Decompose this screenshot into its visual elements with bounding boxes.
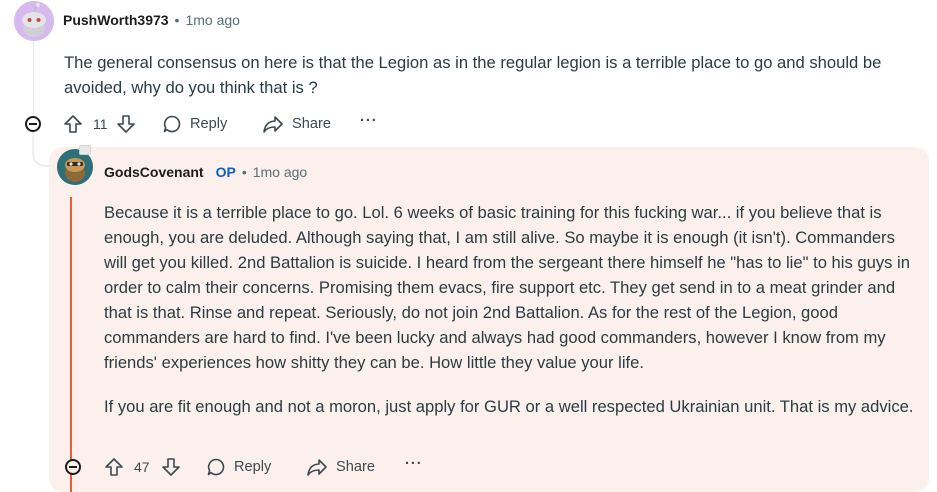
comment-body: The general consensus on here is that th… [64, 53, 882, 97]
op-thread-line [70, 197, 72, 492]
reply-button[interactable]: Reply [206, 457, 271, 477]
reply-header: GodsCovenant OP • 1mo ago [104, 164, 307, 180]
vote-count: 47 [134, 459, 150, 475]
username[interactable]: PushWorth3973 [63, 12, 169, 28]
thread-line [33, 42, 34, 114]
snoo-avatar-icon [14, 1, 54, 41]
share-label: Share [336, 459, 375, 475]
separator-dot: • [174, 12, 180, 28]
share-arrow-icon [263, 116, 283, 133]
upvote-icon [64, 115, 82, 133]
downvote-button[interactable] [161, 457, 181, 477]
upvote-icon [105, 458, 123, 476]
op-badge: OP [215, 164, 236, 180]
timestamp[interactable]: 1mo ago [253, 164, 307, 180]
more-options-icon: ··· [405, 456, 423, 472]
comment-header: PushWorth3973 • 1mo ago [63, 12, 240, 28]
share-button[interactable]: Share [262, 114, 331, 134]
reply-body-paragraph: If you are fit enough and not a moron, j… [104, 397, 914, 416]
collapse-thread-button[interactable] [25, 116, 41, 132]
reply-label: Reply [190, 116, 228, 132]
separator-dot: • [241, 164, 247, 180]
share-button[interactable]: Share [306, 457, 375, 477]
speech-bubble-icon [163, 115, 181, 133]
more-options-icon: ··· [360, 113, 378, 129]
username[interactable]: GodsCovenant [104, 164, 204, 180]
more-options-button[interactable]: ··· [405, 456, 423, 472]
upvote-button[interactable] [104, 457, 124, 477]
collapse-thread-button[interactable] [65, 459, 81, 475]
reply-label: Reply [234, 459, 272, 475]
avatar[interactable] [14, 1, 54, 41]
flair-icon [79, 145, 91, 155]
speech-bubble-icon [207, 458, 225, 476]
timestamp[interactable]: 1mo ago [185, 12, 239, 28]
downvote-icon [162, 458, 180, 476]
reply-button[interactable]: Reply [162, 114, 227, 134]
downvote-button[interactable] [116, 114, 136, 134]
share-arrow-icon [307, 459, 327, 476]
share-label: Share [292, 116, 331, 132]
reply-body-paragraph: Because it is a terrible place to go. Lo… [104, 203, 910, 372]
more-options-button[interactable]: ··· [360, 113, 378, 129]
upvote-button[interactable] [63, 114, 83, 134]
downvote-icon [117, 115, 135, 133]
vote-count: 11 [93, 116, 108, 132]
